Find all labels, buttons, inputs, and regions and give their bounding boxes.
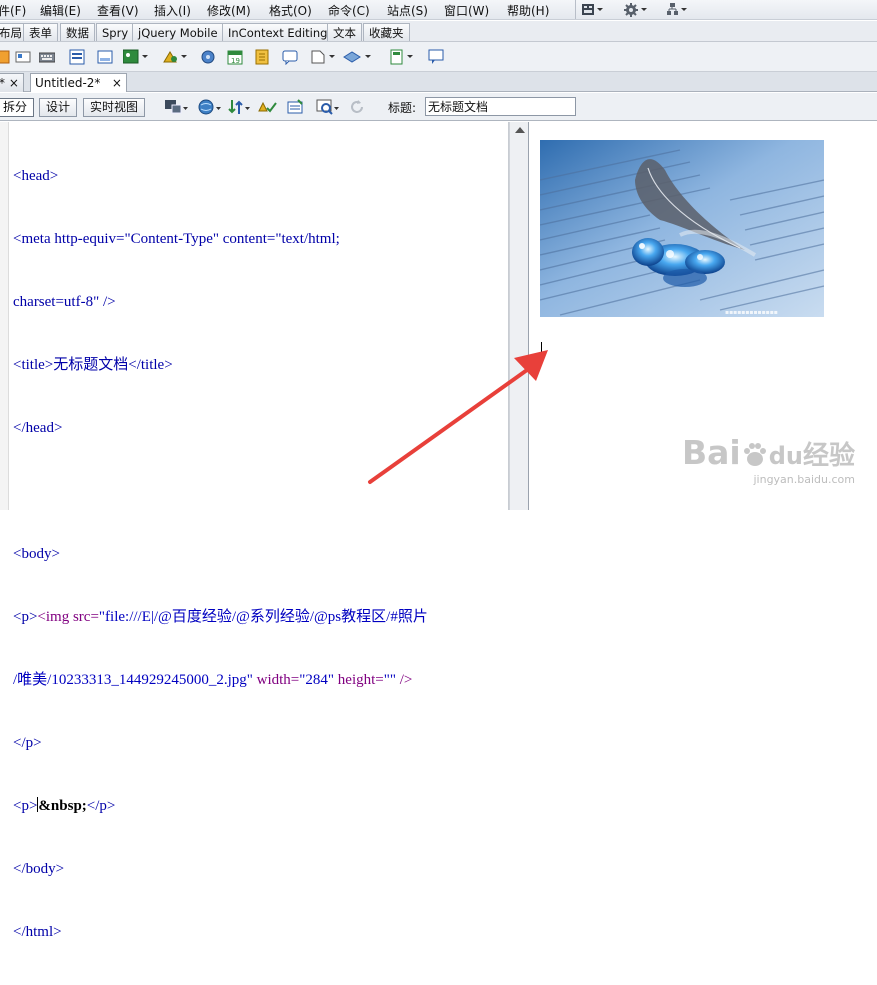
code-token: <img src= [37,609,99,625]
code-line: </body> [13,861,65,877]
code-line-img-cont: /唯美/10233313_144929245000_2.jpg" width="… [13,670,503,691]
code-token: "file:///E|/@百度经验/@系列经验/@ps教程区/#照片 [98,609,428,625]
code-line: </html> [13,924,62,940]
code-line: </p> [13,735,42,751]
code-token: /> [395,672,413,688]
code-token: &nbsp; [38,798,87,814]
code-token: </p> [86,798,116,814]
code-token: /唯美/10233313_144929245000_2.jpg" [13,672,253,688]
code-token: <p> [13,609,38,625]
code-token: "284" [299,672,335,688]
red-arrow-annotation [368,350,548,484]
code-token: height= [334,672,384,688]
code-token: <p> [13,798,38,814]
code-line-img: <p><img src="file:///E|/@百度经验/@系列经验/@ps教… [13,607,503,628]
code-token: "" [383,672,396,688]
code-token: width= [252,672,300,688]
code-line-nbsp: <p>&nbsp;</p> [13,796,503,817]
code-line: <body> [13,546,60,562]
